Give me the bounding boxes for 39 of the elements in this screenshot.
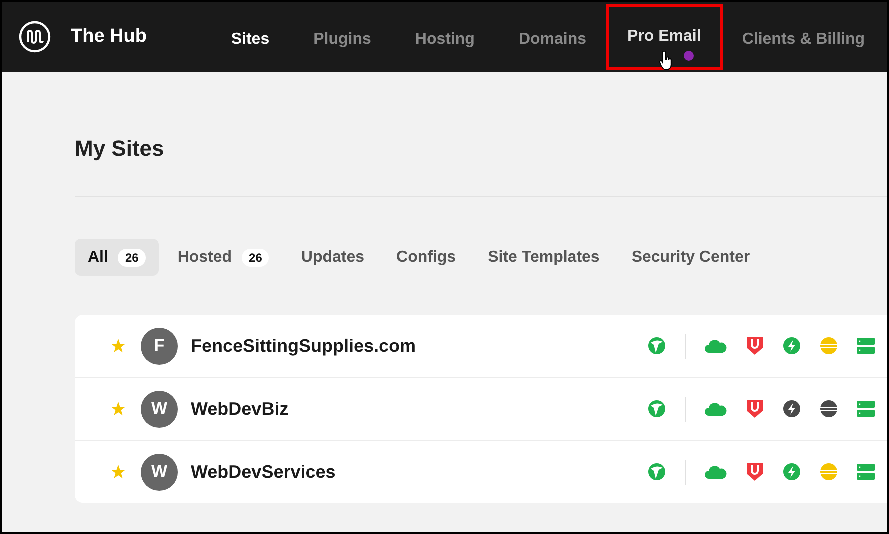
star-icon[interactable] [111,339,126,353]
site-name[interactable]: FenceSittingSupplies.com [191,336,416,356]
site-avatar: W [141,454,178,490]
shield-icon[interactable] [746,336,764,356]
count-badge: 26 [118,248,146,266]
stripes-icon[interactable] [820,400,838,418]
filter-tab[interactable]: All 26 [75,239,159,276]
nav-link[interactable]: Pro Email [606,4,724,70]
bolt-icon[interactable] [783,400,801,418]
shield-icon[interactable] [746,462,764,482]
page-title: My Sites [75,135,166,163]
filter-tab[interactable]: Configs [384,239,470,276]
server-icon[interactable] [857,464,875,480]
filter-tab[interactable]: Hosted 26 [164,239,282,276]
cloud-icon[interactable] [705,402,727,416]
leaf-icon[interactable] [648,337,666,355]
site-name[interactable]: WebDevBiz [191,398,289,420]
cloud-icon[interactable] [705,339,727,353]
site-avatar: F [141,328,178,364]
shield-icon[interactable] [746,399,764,419]
site-name[interactable]: WebDevServices [191,462,336,482]
logo-icon [19,21,51,53]
app-title: The Hub [71,26,147,48]
star-icon[interactable] [111,465,126,479]
nav-link[interactable]: Plugins [292,4,394,70]
leaf-icon[interactable] [648,463,666,481]
leaf-icon[interactable] [648,400,666,418]
count-badge: 26 [242,248,270,266]
cloud-icon[interactable] [705,465,727,479]
filter-tab[interactable]: Site Templates [475,239,613,276]
filter-tab[interactable]: Updates [288,239,378,276]
filter-tab[interactable]: Security Center [618,239,764,276]
site-avatar: W [141,390,178,428]
nav-link[interactable]: Sites [209,4,292,70]
star-icon[interactable] [111,402,126,416]
server-icon[interactable] [857,401,875,417]
hand-cursor-icon [658,51,673,71]
server-icon[interactable] [857,338,875,354]
nav-link[interactable]: Hosting [393,4,497,70]
